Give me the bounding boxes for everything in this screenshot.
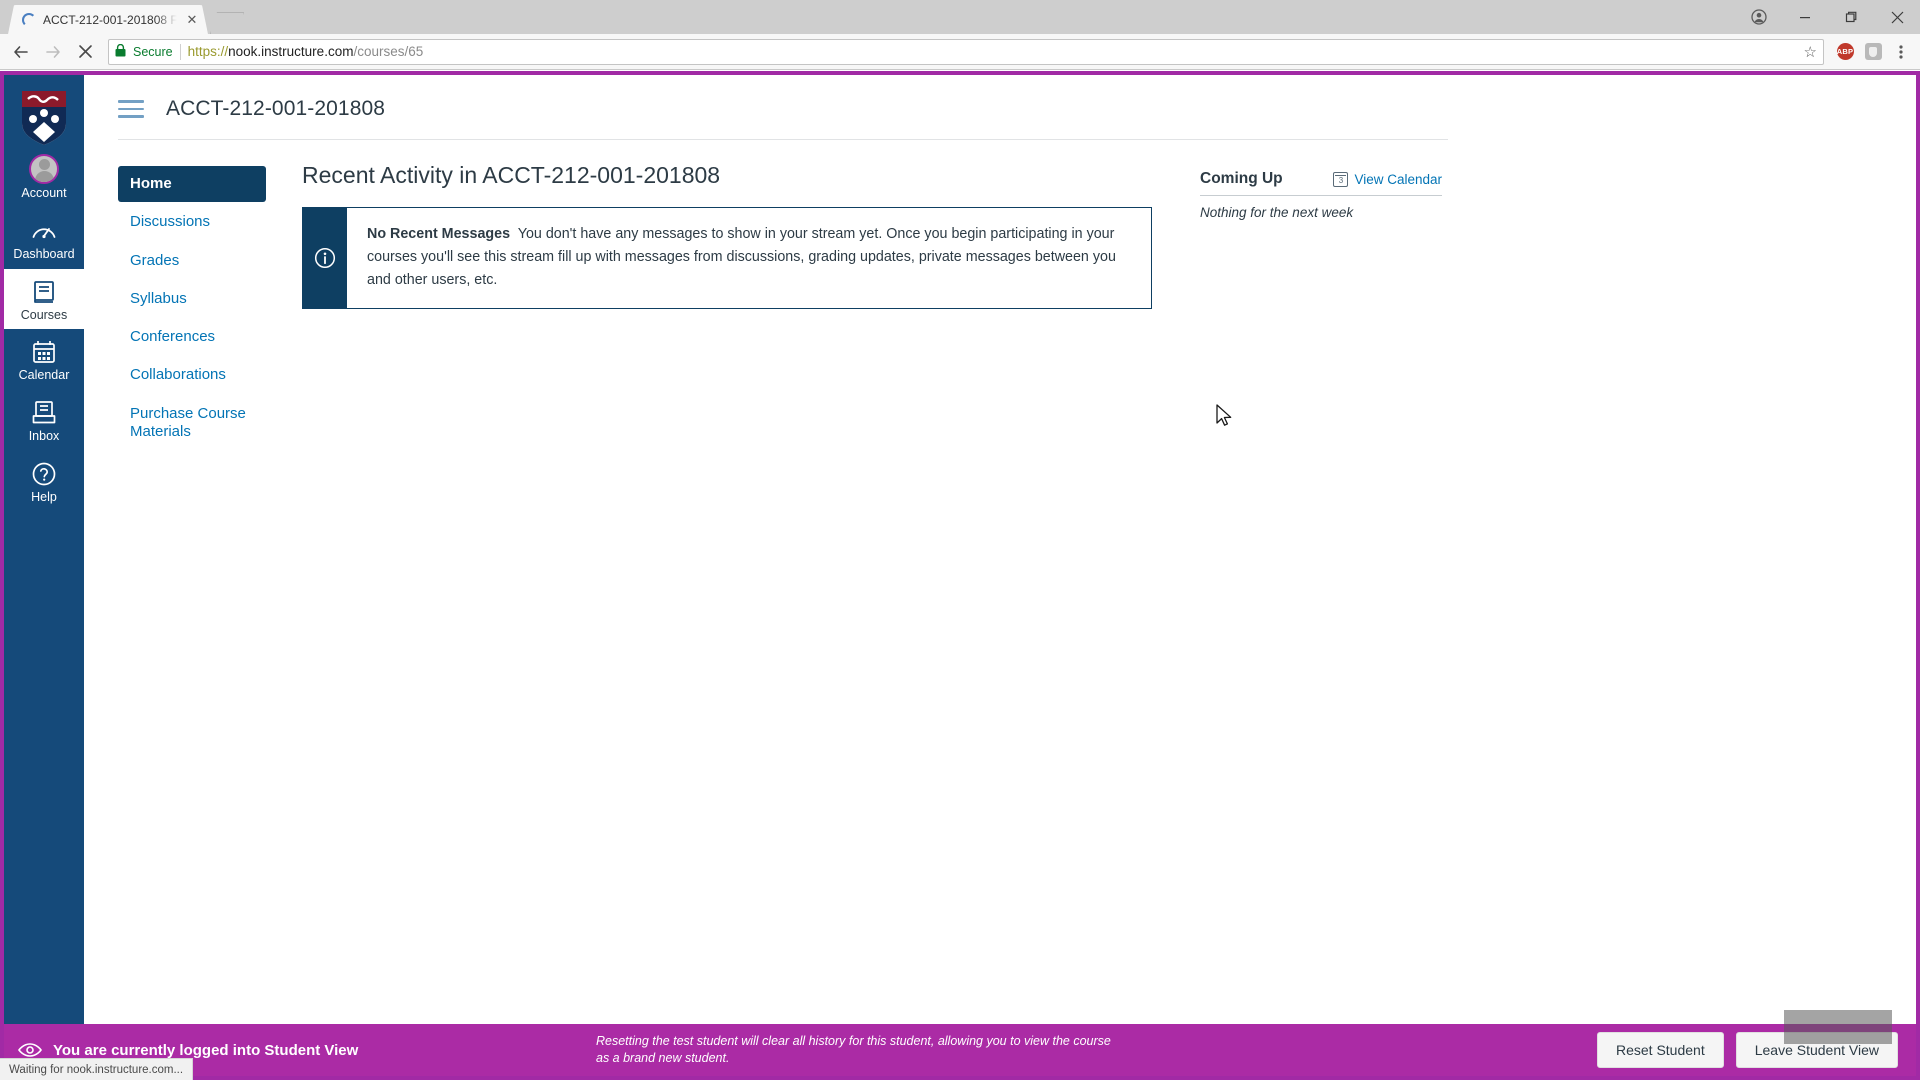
dashboard-gauge-icon	[32, 227, 56, 238]
help-question-icon	[32, 462, 56, 486]
abp-badge: ABP	[1836, 43, 1854, 60]
adblock-plus-extension-icon[interactable]: ABP	[1832, 39, 1858, 65]
maximize-icon[interactable]	[1828, 0, 1874, 34]
calendar-icon: 3	[1333, 172, 1349, 187]
minimize-icon[interactable]	[1782, 0, 1828, 34]
course-nav-item-conferences[interactable]: Conferences	[118, 319, 266, 355]
sidebar-item-label: Account	[21, 186, 67, 200]
window-controls	[1736, 0, 1920, 34]
browser-status-bar: Waiting for nook.instructure.com...	[0, 1058, 194, 1080]
sidebar-item-dashboard[interactable]: Dashboard	[4, 208, 84, 269]
new-tab-icon[interactable]	[210, 12, 244, 34]
course-body: Home Discussions Grades Syllabus Confere…	[84, 140, 1916, 452]
page-title: ACCT-212-001-201808	[166, 97, 386, 120]
student-view-eye-icon	[18, 1043, 42, 1057]
sidebar-item-inbox[interactable]: Inbox	[4, 390, 84, 451]
course-nav-item-grades[interactable]: Grades	[118, 243, 266, 279]
sidebar-item-label: Help	[31, 489, 57, 504]
sidebar-item-calendar[interactable]: Calendar	[4, 329, 84, 390]
courses-book-icon	[34, 280, 54, 303]
alert-title: No Recent Messages	[367, 226, 511, 242]
sidebar-item-label: Inbox	[28, 429, 60, 443]
course-nav-item-home[interactable]: Home	[118, 166, 266, 203]
course-navigation: Home Discussions Grades Syllabus Confere…	[118, 162, 266, 452]
forward-arrow-icon	[38, 37, 68, 67]
recent-activity-stream: Recent Activity in ACCT-212-001-201808 N…	[302, 162, 1152, 452]
coming-up-empty-text: Nothing for the next week	[1200, 205, 1354, 220]
sidebar-item-help[interactable]: Help	[4, 451, 84, 512]
url-scheme: https://	[187, 44, 229, 59]
no-recent-messages-alert: No Recent Messages You don't have any me…	[302, 207, 1152, 310]
browser-toolbar: Secure https://nook.instructure.com/cour…	[0, 34, 1920, 70]
security-label: Secure	[133, 44, 173, 59]
sidebar-item-label: Courses	[20, 307, 68, 322]
sidebar-item-courses[interactable]: Courses	[4, 268, 84, 330]
star-icon[interactable]: ☆	[1804, 43, 1817, 61]
view-calendar-label: View Calendar	[1354, 172, 1442, 187]
coming-up-title: Coming Up	[1200, 170, 1283, 187]
browser-tab[interactable]: ACCT-212-001-201808 F ✕	[8, 5, 208, 34]
address-bar[interactable]: Secure https://nook.instructure.com/cour…	[108, 38, 1824, 65]
sidebar-item-account[interactable]: Account	[4, 145, 84, 208]
coming-up-divider	[1200, 195, 1442, 196]
kebab-menu-icon[interactable]	[1888, 39, 1914, 65]
info-circle-icon	[303, 208, 347, 309]
hamburger-menu-icon[interactable]	[118, 100, 144, 118]
sidebar-item-label: Calendar	[18, 368, 70, 383]
course-content-area: ACCT-212-001-201808 Home Discussions Gra…	[84, 75, 1916, 1076]
back-arrow-icon[interactable]	[6, 37, 36, 67]
page-viewport: Account Dashboard Courses Calendar Inbox…	[0, 71, 1920, 1080]
close-icon[interactable]	[1874, 0, 1920, 34]
inbox-icon	[32, 401, 56, 424]
omnibox-divider	[179, 43, 181, 60]
url-path: /courses/65	[353, 44, 424, 59]
url-text: https://nook.instructure.com/courses/65	[188, 44, 424, 59]
alert-text: No Recent Messages You don't have any me…	[347, 208, 1151, 308]
coming-up-panel: Coming Up 3 View Calendar Nothing for th…	[1200, 162, 1442, 452]
browser-window: ACCT-212-001-201808 F ✕ Secure https:// …	[0, 0, 1920, 1080]
leave-button-overlay	[1784, 1010, 1892, 1044]
course-nav-item-discussions[interactable]: Discussions	[118, 204, 266, 240]
course-nav-item-collaborations[interactable]: Collaborations	[118, 357, 266, 393]
reset-student-button[interactable]: Reset Student	[1596, 1032, 1724, 1068]
main-content: Recent Activity in ACCT-212-001-201808 N…	[266, 162, 1916, 452]
course-header: ACCT-212-001-201808	[84, 75, 1916, 121]
loading-spinner-icon	[22, 13, 36, 27]
student-view-message-group: You are currently logged into Student Vi…	[18, 1042, 578, 1059]
stream-heading: Recent Activity in ACCT-212-001-201808	[302, 162, 721, 188]
extension-two-icon[interactable]	[1860, 39, 1886, 65]
close-icon[interactable]: ✕	[184, 12, 200, 28]
lock-icon	[115, 43, 126, 59]
student-view-bar: You are currently logged into Student Vi…	[4, 1010, 1916, 1076]
profile-icon[interactable]	[1736, 0, 1782, 34]
sidebar-item-label: Dashboard	[13, 246, 75, 261]
course-nav-item-syllabus[interactable]: Syllabus	[118, 281, 266, 317]
student-view-message: You are currently logged into Student Vi…	[53, 1041, 359, 1059]
stop-loading-icon[interactable]	[70, 37, 100, 67]
extension-two-glyph	[1864, 43, 1882, 60]
mouse-cursor	[1216, 404, 1232, 426]
view-calendar-link[interactable]: 3 View Calendar	[1333, 172, 1442, 187]
tab-title: ACCT-212-001-201808 F	[43, 12, 177, 27]
student-view-note: Resetting the test student will clear al…	[596, 1034, 1111, 1065]
global-navigation: Account Dashboard Courses Calendar Inbox…	[4, 75, 84, 1076]
coming-up-header: Coming Up 3 View Calendar	[1200, 170, 1442, 188]
avatar	[29, 154, 59, 184]
university-shield-logo[interactable]	[18, 89, 70, 145]
url-host: nook.instructure.com	[228, 44, 354, 59]
course-nav-item-purchase-course-materials[interactable]: Purchase Course Materials	[118, 396, 266, 451]
tab-strip: ACCT-212-001-201808 F ✕	[0, 0, 1920, 34]
calendar-icon	[33, 341, 55, 364]
